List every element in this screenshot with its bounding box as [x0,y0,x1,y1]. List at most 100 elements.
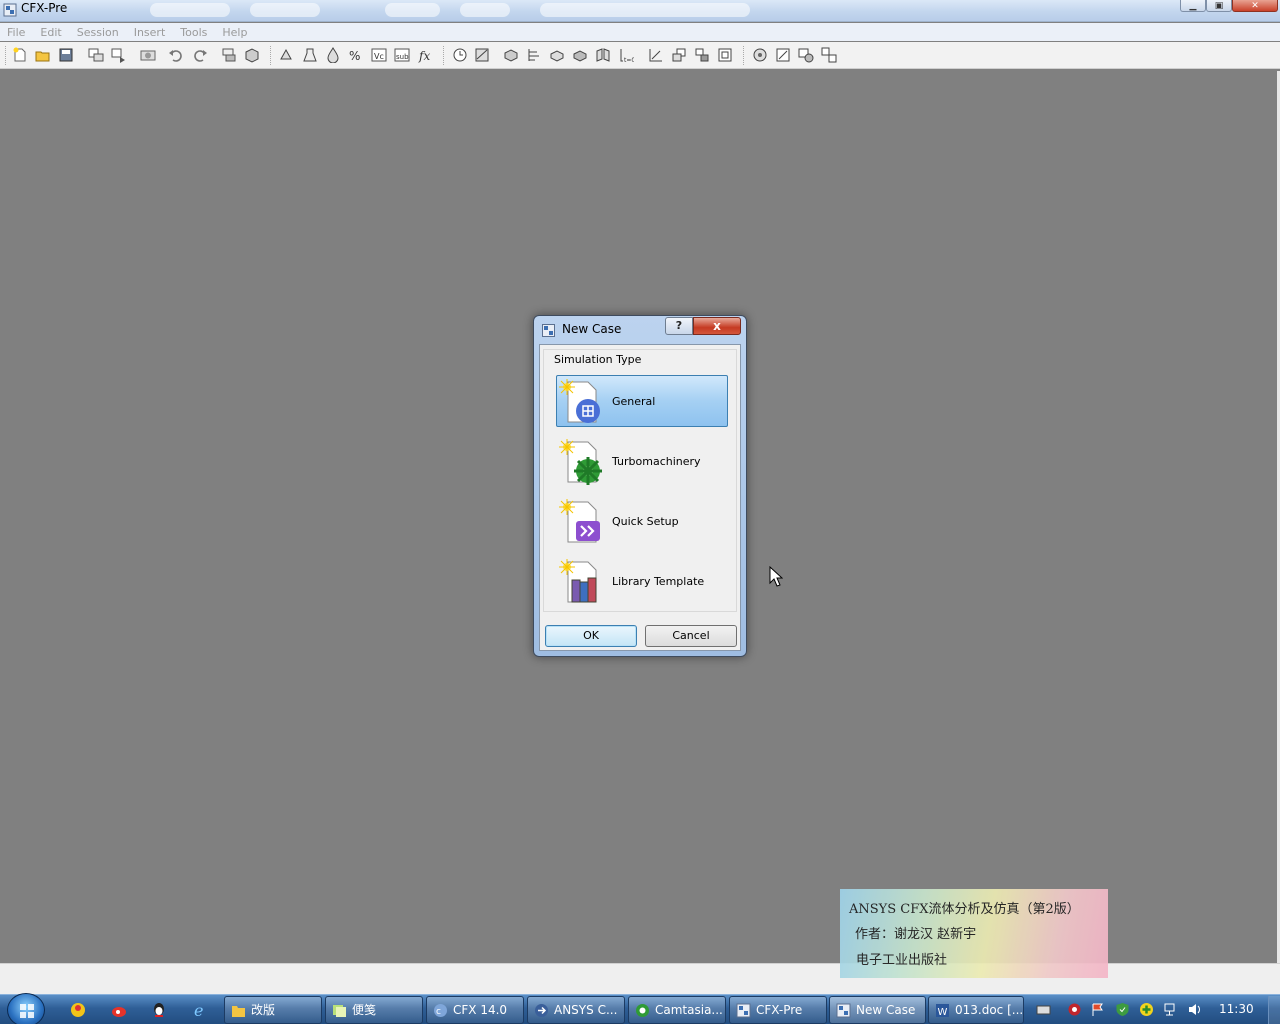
simulation-type-turbomachinery[interactable]: Turbomachinery [556,435,728,487]
watermark-title: ANSYS CFX流体分析及仿真（第2版） [849,902,1080,917]
help-button[interactable]: ? [665,317,693,335]
main-toolbar: % Vc sub fx t=0 [0,42,1280,69]
task-new-case[interactable]: New Case [829,996,926,1024]
define-run-icon[interactable] [798,47,814,63]
toolbar-grip[interactable] [5,46,8,65]
weibo-icon[interactable] [110,1001,128,1019]
simulation-type-group: Simulation Type General Turbomachinery Q… [543,349,737,612]
general-case-icon [559,379,600,423]
title-bar: CFX-Pre ▁ ▣ ✕ [0,0,1280,22]
task-label: 改版 [251,1003,276,1017]
minimize-button[interactable]: ▁ [1180,0,1206,12]
simulation-type-general[interactable]: General [556,375,728,427]
menu-file[interactable]: File [7,26,25,39]
mesh-adaptation-icon[interactable] [549,47,565,63]
maximize-button[interactable]: ▣ [1206,0,1232,12]
svg-text:Vc: Vc [374,52,384,61]
close-button[interactable]: ✕ [1232,0,1278,12]
menu-tools[interactable]: Tools [180,26,207,39]
task-label: Camtasia... [655,1003,723,1017]
blurred-area [150,3,230,17]
interface-icon[interactable] [325,47,341,64]
task-cfx-pre[interactable]: CFX-Pre [729,996,827,1024]
library-template-icon [559,559,597,603]
transform-icon[interactable] [648,47,664,63]
insert-boundary-icon[interactable] [244,47,260,63]
additional-variable-icon[interactable]: Vc [371,47,387,63]
volume-icon[interactable] [1187,1002,1202,1017]
cfx-icon: c [434,1004,447,1017]
start-button[interactable] [7,993,45,1024]
output-control-icon[interactable] [503,47,519,63]
menu-edit[interactable]: Edit [40,26,61,39]
shield-icon[interactable] [1115,1002,1130,1017]
expression-icon[interactable]: % [348,47,364,63]
source-icon[interactable] [302,47,318,63]
menu-session[interactable]: Session [77,26,119,39]
simulation-type-library-template[interactable]: Library Template [556,555,728,607]
task-folder[interactable]: 改版 [224,996,322,1024]
coord-frame-icon[interactable]: t=0 [618,47,635,64]
composite-icon[interactable] [671,47,687,63]
redo-icon[interactable] [192,47,208,63]
cfxpre-icon [736,1003,751,1018]
copy-icon[interactable] [694,47,710,63]
timestep-icon[interactable] [452,47,468,63]
subdomain-icon[interactable] [279,47,295,63]
export-icon[interactable] [111,47,127,63]
menu-help[interactable]: Help [222,26,247,39]
toolbar-grip[interactable] [443,46,446,65]
simulation-type-quick-setup[interactable]: Quick Setup [556,495,728,547]
screenshot-icon[interactable] [140,47,156,63]
open-icon[interactable] [35,47,51,63]
write-solver-icon[interactable] [752,47,768,63]
task-camtasia[interactable]: Camtasia... [628,996,726,1024]
task-label: 便笺 [352,1003,377,1017]
ie-icon[interactable]: e [192,1001,210,1019]
validate-icon[interactable] [717,47,733,63]
function-icon[interactable]: fx [417,47,433,63]
task-notes[interactable]: 便笺 [325,996,423,1024]
solver-control-icon[interactable] [474,47,490,63]
show-desktop-button[interactable] [1268,996,1280,1024]
monitor-icon[interactable] [526,47,542,63]
folder-icon [232,1006,245,1017]
svg-text:t=0: t=0 [624,57,634,63]
import-mesh-icon[interactable] [88,47,104,63]
sim-item-label: General [612,395,656,408]
toolbar-grip[interactable] [270,46,273,65]
clock[interactable]: 11:30 [1219,1002,1254,1016]
solver-input-icon[interactable] [775,47,791,63]
ok-button[interactable]: OK [545,625,637,647]
dialog-close-button[interactable]: x [693,317,741,335]
dialog-body: Simulation Type General Turbomachinery Q… [539,344,741,651]
save-icon[interactable] [58,47,74,63]
menu-insert[interactable]: Insert [134,26,166,39]
fetion-icon[interactable] [69,1001,87,1019]
svg-text:%: % [349,49,360,63]
insert-domain-icon[interactable] [221,47,237,63]
cancel-button[interactable]: Cancel [645,625,737,647]
book-watermark: ANSYS CFX流体分析及仿真（第2版） 作者：谢龙汉 赵新宇 电子工业出版社 [840,889,1108,978]
svg-text:e: e [194,1001,203,1019]
qq-icon[interactable] [150,1001,168,1019]
flag-icon[interactable] [1090,1002,1105,1017]
keyboard-icon[interactable] [1036,1002,1051,1017]
toolbar-grip[interactable] [743,46,746,65]
undo-icon[interactable] [168,47,184,63]
reaction-icon[interactable] [595,47,611,63]
grid-layout-icon[interactable] [821,47,837,63]
watermark-publisher: 电子工业出版社 [856,953,948,968]
task-cfx-launcher[interactable]: c CFX 14.0 [426,996,524,1024]
task-ansys[interactable]: ANSYS C... [527,996,625,1024]
record-icon[interactable] [1067,1002,1082,1017]
network-icon[interactable] [1163,1002,1178,1017]
cfx-app-icon [542,324,555,337]
dialog-title: New Case [562,322,622,336]
task-word-doc[interactable]: W 013.doc [... [928,996,1024,1024]
material-icon[interactable] [572,47,588,63]
plus-icon[interactable] [1139,1002,1154,1017]
task-label: New Case [856,1003,916,1017]
user-function-icon[interactable]: sub [394,47,410,63]
new-case-icon[interactable] [12,47,28,63]
